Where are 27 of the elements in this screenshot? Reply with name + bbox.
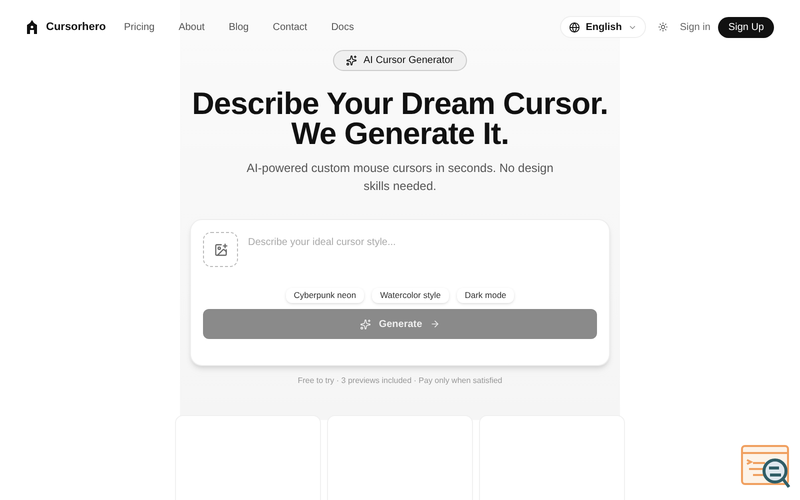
globe-icon — [568, 22, 580, 32]
nav-link[interactable]: Contact — [272, 20, 308, 34]
logo-icon — [26, 20, 38, 34]
nav-link[interactable]: About — [178, 20, 205, 34]
theme-icon[interactable] — [658, 22, 668, 32]
sign-up-button[interactable]: Sign Up — [718, 16, 774, 38]
hero-title: We Generate It. — [291, 119, 509, 149]
suggestion-chip[interactable]: Dark mode — [456, 288, 514, 303]
nav-link[interactable]: Docs — [331, 20, 354, 34]
pricing-note: Free to try · 3 previews included · Pay only when satisfied — [298, 375, 502, 387]
suggestion-chip[interactable]: Cyberpunk neon — [286, 288, 364, 303]
arrow-icon — [430, 319, 440, 329]
sign-in-link[interactable]: Sign in — [680, 20, 710, 34]
nav-link[interactable]: Blog — [228, 20, 249, 34]
sparkles-icon — [346, 55, 358, 66]
nav-link[interactable]: Pricing — [124, 20, 155, 34]
hero-badge: AI Cursor Generator — [333, 50, 467, 71]
inspector-icon[interactable] — [741, 445, 791, 489]
brand-name: Cursorhero — [46, 20, 106, 35]
sparkles-icon — [360, 318, 371, 330]
upload-image-button[interactable] — [203, 232, 238, 267]
hero-subtitle: AI-powered custom mouse cursors in seconds. No design skills needed. — [246, 160, 554, 195]
language-select[interactable]: English — [560, 16, 646, 38]
image-add-icon — [214, 242, 228, 256]
prompt-field[interactable]: Describe your ideal cursor style... — [248, 232, 597, 252]
suggestion-chip[interactable]: Watercolor style — [372, 288, 449, 303]
hero-title: Describe Your Dream Cursor. — [192, 89, 608, 119]
